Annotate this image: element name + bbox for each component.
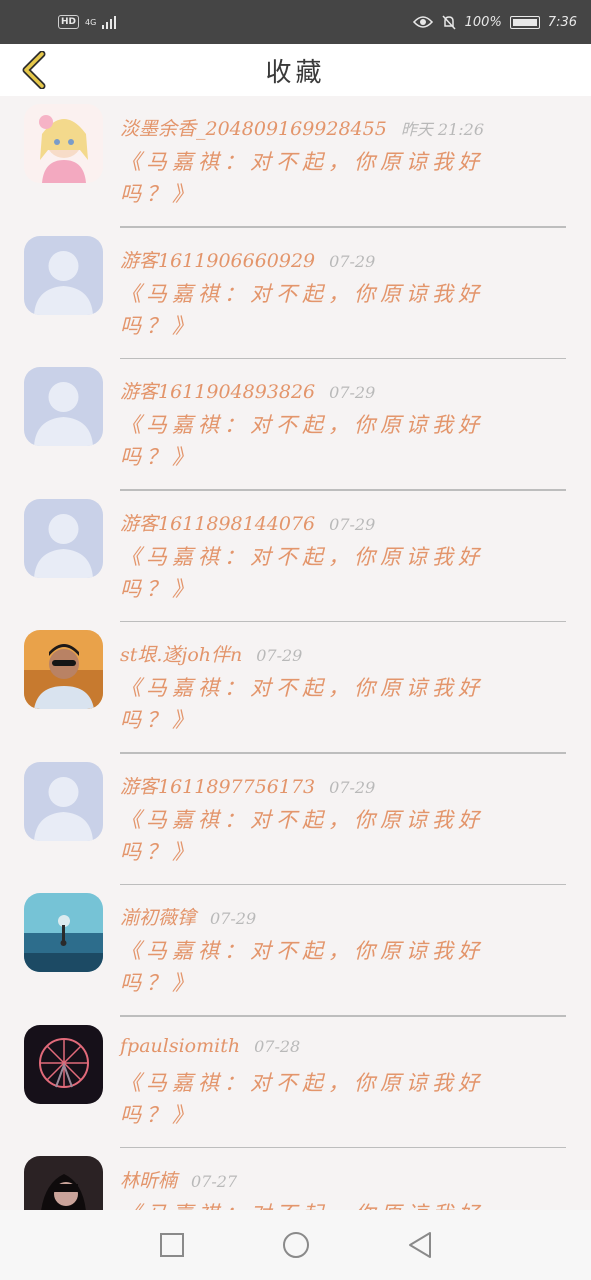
title-bar: 收藏 (0, 44, 591, 96)
favorite-content[interactable]: 《马嘉祺：对不起，你原谅我好吗？》 (120, 804, 520, 868)
item-meta: fpaulsiomith 07-28 (120, 1035, 300, 1057)
timestamp: 07-29 (329, 514, 376, 534)
favorite-item[interactable]: 游客1611898144076 07-29 《马嘉祺：对不起，你原谅我好吗？》 (0, 491, 591, 622)
item-meta: 游客1611904893826 07-29 (120, 377, 375, 404)
username[interactable]: st垠.遂joh伴n (120, 640, 242, 667)
item-meta: st垠.遂joh伴n 07-29 (120, 640, 302, 667)
username[interactable]: 游客1611906660929 (120, 246, 315, 273)
timestamp: 07-29 (329, 251, 376, 271)
favorite-content[interactable]: 《马嘉祺：对不起，你原谅我好吗？》 (120, 541, 520, 605)
mute-bell-icon (442, 15, 456, 30)
item-meta: 游客1611906660929 07-29 (120, 246, 375, 273)
favorite-item[interactable]: 游客1611897756173 07-29 《马嘉祺：对不起，你原谅我好吗？》 (0, 754, 591, 885)
timestamp: 07-29 (256, 646, 303, 665)
circle-icon (282, 1232, 309, 1258)
back-button[interactable] (14, 50, 54, 90)
hd-badge: HD (58, 15, 80, 29)
square-icon (159, 1233, 184, 1257)
item-meta: 淡墨余香_204809169928455 昨天 21:26 (120, 114, 484, 141)
eye-icon (412, 16, 433, 28)
avatar[interactable] (24, 367, 103, 446)
favorite-item[interactable]: 湔初薇镎 07-29 《马嘉祺：对不起，你原谅我好吗？》 (0, 885, 591, 1017)
favorite-content[interactable]: 《马嘉祺：对不起，你原谅我好吗？》 (120, 672, 520, 736)
favorite-item[interactable]: 游客1611906660929 07-29 《马嘉祺：对不起，你原谅我好吗？》 (0, 228, 591, 359)
username[interactable]: 林昕楠 (120, 1166, 177, 1193)
favorite-content[interactable]: 《马嘉祺：对不起，你原谅我好吗？》 (120, 1067, 520, 1131)
timestamp: 07-27 (191, 1172, 238, 1191)
item-meta: 湔初薇镎 07-29 (120, 903, 256, 930)
favorite-content[interactable]: 《马嘉祺：对不起，你原谅我好吗？》 (120, 935, 520, 999)
network-type: 4G (85, 17, 97, 27)
chevron-left-icon (22, 51, 46, 89)
favorite-content[interactable]: 《马嘉祺：对不起，你原谅我好吗？》 (120, 1198, 520, 1210)
favorite-content[interactable]: 《马嘉祺：对不起，你原谅我好吗？》 (120, 278, 520, 342)
favorite-content[interactable]: 《马嘉祺：对不起，你原谅我好吗？》 (120, 146, 520, 210)
timestamp: 07-28 (254, 1036, 301, 1056)
username[interactable]: 游客1611897756173 (120, 772, 315, 799)
favorite-item[interactable]: fpaulsiomith 07-28 《马嘉祺：对不起，你原谅我好吗？》 (0, 1017, 591, 1148)
timestamp: 07-29 (329, 383, 376, 402)
avatar[interactable] (24, 630, 103, 709)
username[interactable]: 淡墨余香_204809169928455 (120, 114, 387, 141)
page-title: 收藏 (265, 57, 326, 88)
favorite-content[interactable]: 《马嘉祺：对不起，你原谅我好吗？》 (120, 409, 520, 473)
recent-apps-button[interactable] (152, 1225, 192, 1265)
favorite-item[interactable]: st垠.遂joh伴n 07-29 《马嘉祺：对不起，你原谅我好吗？》 (0, 622, 591, 754)
item-meta: 游客1611898144076 07-29 (120, 509, 375, 536)
favorite-item[interactable]: 淡墨余香_204809169928455 昨天 21:26 《马嘉祺：对不起，你原谅… (0, 96, 591, 228)
system-nav-bar (0, 1210, 591, 1280)
clock: 7:36 (547, 14, 577, 30)
battery-percent: 100% (464, 14, 502, 30)
avatar[interactable] (24, 235, 103, 315)
avatar[interactable] (24, 761, 103, 841)
item-meta: 游客1611897756173 07-29 (120, 772, 375, 799)
avatar[interactable] (24, 893, 103, 972)
timestamp: 昨天 21:26 (400, 120, 485, 139)
timestamp: 07-29 (210, 909, 257, 928)
username[interactable]: 湔初薇镎 (120, 903, 196, 930)
favorite-item[interactable]: 林昕楠 07-27 《马嘉祺：对不起，你原谅我好吗？》 (0, 1148, 591, 1210)
signal-icon (102, 15, 117, 29)
username[interactable]: 游客1611898144076 (120, 509, 315, 536)
username[interactable]: fpaulsiomith (120, 1035, 240, 1057)
home-button[interactable] (276, 1225, 316, 1265)
avatar[interactable] (24, 1156, 103, 1210)
favorite-item[interactable]: 游客1611904893826 07-29 《马嘉祺：对不起，你原谅我好吗？》 (0, 359, 591, 491)
avatar[interactable] (24, 1024, 103, 1104)
username[interactable]: 游客1611904893826 (120, 377, 315, 404)
status-bar: HD 4G 100% 7:36 (0, 0, 591, 44)
item-meta: 林昕楠 07-27 (120, 1166, 237, 1193)
triangle-back-icon (408, 1232, 431, 1258)
battery-icon (509, 15, 540, 29)
favorites-list: 淡墨余香_204809169928455 昨天 21:26 《马嘉祺：对不起，你原谅… (0, 96, 591, 1210)
avatar[interactable] (24, 104, 103, 183)
timestamp: 07-29 (329, 777, 376, 797)
nav-back-button[interactable] (400, 1225, 440, 1265)
avatar[interactable] (24, 498, 103, 578)
